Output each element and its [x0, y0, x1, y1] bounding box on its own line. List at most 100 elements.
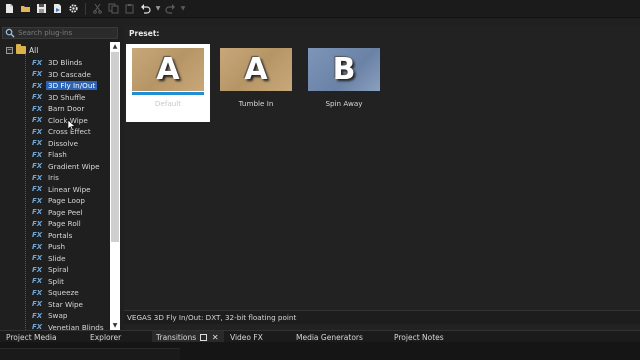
- open-folder-icon[interactable]: [19, 2, 32, 15]
- tree-item[interactable]: FX Spiral: [0, 264, 108, 276]
- tree-item[interactable]: FX Barn Door: [0, 103, 108, 115]
- progress-fill: [132, 92, 204, 95]
- tree-item-label: 3D Fly In/Out: [46, 81, 98, 91]
- tree-item-label: 3D Cascade: [48, 69, 91, 79]
- tree-item[interactable]: FX Venetian Blinds: [0, 322, 108, 330]
- bottom-strip: [0, 342, 640, 360]
- fx-icon: FX: [32, 300, 43, 309]
- tree-item-label: 3D Blinds: [48, 58, 83, 68]
- tree-item[interactable]: FX Page Peel: [0, 207, 108, 219]
- tree-item-label: Squeeze: [48, 288, 79, 298]
- preset-list: A Default A Tumble In B Spin Away: [126, 44, 386, 122]
- tree-item[interactable]: FX Swap: [0, 310, 108, 322]
- copy-icon[interactable]: [107, 2, 120, 15]
- tree-item-label: Flash: [48, 150, 67, 160]
- preset-thumbnail[interactable]: B Spin Away: [302, 44, 386, 122]
- scroll-up-icon[interactable]: ▲: [110, 42, 120, 51]
- maximize-icon[interactable]: [200, 333, 208, 341]
- tree-item[interactable]: FX Flash: [0, 149, 108, 161]
- tree-item-label: Venetian Blinds: [48, 322, 104, 330]
- tree-item[interactable]: FX 3D Fly In/Out: [0, 80, 108, 92]
- main-toolbar: ▼ ▼: [0, 0, 640, 18]
- fx-icon: FX: [32, 208, 43, 217]
- tree-item-label: Push: [48, 242, 66, 252]
- tree-item[interactable]: FX Slide: [0, 253, 108, 265]
- fx-icon: FX: [32, 139, 43, 148]
- fx-icon: FX: [32, 219, 43, 228]
- tree-item-label: Page Loop: [48, 196, 85, 206]
- tree-item[interactable]: FX Iris: [0, 172, 108, 184]
- tree-item[interactable]: FX 3D Shuffle: [0, 92, 108, 104]
- tree-item-label: Spiral: [48, 265, 69, 275]
- fx-icon: FX: [32, 231, 43, 240]
- fx-icon: FX: [32, 265, 43, 274]
- tree-item-label: Barn Door: [48, 104, 85, 114]
- tab-label: Explorer: [90, 332, 122, 342]
- settings-icon[interactable]: [67, 2, 80, 15]
- tree-item-label: Split: [48, 276, 64, 286]
- tree-scrollbar[interactable]: ▲ ▼: [110, 42, 120, 330]
- folder-icon: [16, 44, 26, 54]
- cut-icon[interactable]: [91, 2, 104, 15]
- tree-item[interactable]: FX Portals: [0, 230, 108, 242]
- fx-icon: FX: [32, 116, 43, 125]
- plugin-search-box[interactable]: [2, 27, 118, 39]
- tree-item[interactable]: FX Clock Wipe: [0, 115, 108, 127]
- preset-label: Preset:: [129, 29, 160, 38]
- tab-label: Media Generators: [296, 332, 363, 342]
- plugin-search-input[interactable]: [15, 28, 117, 38]
- tree-item[interactable]: FX Cross Effect: [0, 126, 108, 138]
- fx-icon: FX: [32, 150, 43, 159]
- tree-item-label: Swap: [48, 311, 68, 321]
- fx-icon: FX: [32, 173, 43, 182]
- tab-label: Project Media: [6, 332, 57, 342]
- undo-icon[interactable]: [139, 2, 152, 15]
- tab-label: Video FX: [230, 332, 263, 342]
- fx-icon: FX: [32, 81, 43, 90]
- tree-item[interactable]: FX Star Wipe: [0, 299, 108, 311]
- preset-preview-image: A: [132, 48, 204, 91]
- scrollbar-thumb[interactable]: [111, 52, 119, 242]
- redo-icon[interactable]: [164, 2, 177, 15]
- close-icon[interactable]: ✕: [211, 333, 219, 342]
- tree-item[interactable]: FX 3D Cascade: [0, 69, 108, 81]
- tree-item[interactable]: FX Dissolve: [0, 138, 108, 150]
- render-icon[interactable]: [51, 2, 64, 15]
- tree-item[interactable]: FX Page Loop: [0, 195, 108, 207]
- preset-name: Default: [154, 99, 182, 108]
- mouse-cursor-icon: [68, 120, 76, 131]
- scroll-down-icon[interactable]: ▼: [110, 321, 120, 330]
- fx-icon: FX: [32, 277, 43, 286]
- tree-item-label: Page Peel: [48, 207, 83, 217]
- preset-preview-image: A: [220, 48, 292, 91]
- preset-thumbnail[interactable]: A Tumble In: [214, 44, 298, 122]
- preset-thumbnail[interactable]: A Default: [126, 44, 210, 122]
- tree-item[interactable]: FX Push: [0, 241, 108, 253]
- fx-icon: FX: [32, 104, 43, 113]
- fx-icon: FX: [32, 254, 43, 263]
- save-icon[interactable]: [35, 2, 48, 15]
- fx-icon: FX: [32, 196, 43, 205]
- tree-item-label: Slide: [48, 253, 66, 263]
- tree-item[interactable]: FX Squeeze: [0, 287, 108, 299]
- new-icon[interactable]: [3, 2, 16, 15]
- tree-root-label: All: [29, 45, 39, 55]
- preview-progress-bar: [132, 92, 204, 95]
- search-icon[interactable]: [4, 28, 15, 39]
- tree-item[interactable]: FX Split: [0, 276, 108, 288]
- fx-icon: FX: [32, 127, 43, 136]
- tree-root-all[interactable]: − All: [6, 44, 38, 56]
- undo-dropdown-icon[interactable]: ▼: [155, 2, 161, 15]
- tree-item[interactable]: FX 3D Blinds: [0, 57, 108, 69]
- tree-item[interactable]: FX Page Roll: [0, 218, 108, 230]
- fx-icon: FX: [32, 311, 43, 320]
- window-docking-tabs: Project Media Explorer Transitions ✕ Vid…: [0, 330, 640, 343]
- collapse-icon[interactable]: −: [6, 46, 13, 54]
- tree-item-label: Star Wipe: [48, 299, 83, 309]
- tree-item[interactable]: FX Gradient Wipe: [0, 161, 108, 173]
- paste-icon[interactable]: [123, 2, 136, 15]
- redo-dropdown-icon[interactable]: ▼: [180, 2, 186, 15]
- tree-item[interactable]: FX Linear Wipe: [0, 184, 108, 196]
- plugin-tree-panel: − All FX3D BlindsFX3D CascadeFX3D Fly In…: [0, 26, 122, 330]
- fx-icon: FX: [32, 70, 43, 79]
